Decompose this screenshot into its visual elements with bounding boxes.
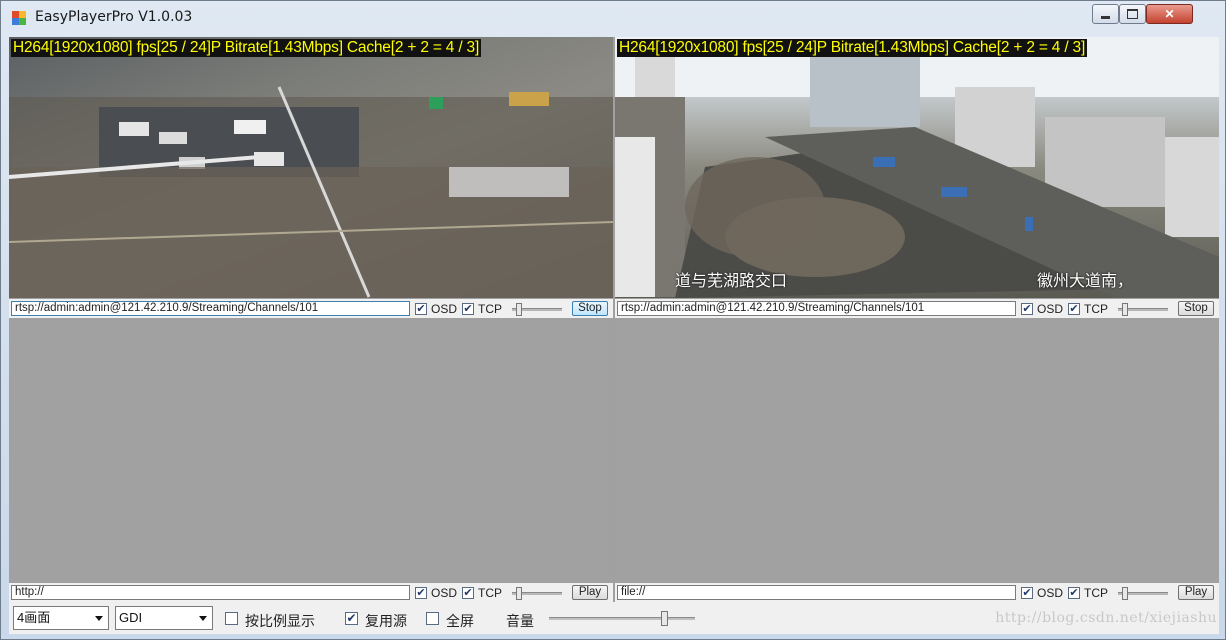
pane-volume-slider[interactable] [512,302,563,316]
stream-info-overlay: H264[1920x1080] fps[25 / 24]P Bitrate[1.… [11,39,482,57]
osd-checkbox[interactable]: ✔ [415,302,427,315]
video-view[interactable]: H264[1920x1080] fps[25 / 24]P Bitrate[1.… [615,37,1219,298]
chevron-down-icon [95,616,103,621]
tcp-label: TCP [1084,585,1109,600]
reuse-source-checkbox[interactable]: ✔ [345,612,358,625]
pane-volume-slider[interactable] [1118,586,1169,600]
player-pane-1[interactable]: H264[1920x1080] fps[25 / 24]P Bitrate[1.… [9,37,613,319]
url-input[interactable]: file:// [617,585,1016,600]
render-select[interactable]: GDI [115,606,213,630]
osd-label: OSD [431,585,458,600]
reuse-source-label: 复用源 [365,614,407,630]
tcp-label: TCP [478,585,503,600]
osd-checkbox[interactable]: ✔ [1021,586,1033,599]
tcp-checkbox[interactable]: ✔ [1068,302,1081,315]
player-pane-3[interactable]: http:// ✔ OSD ✔ TCP Play [9,321,613,603]
maximize-button[interactable] [1119,4,1146,24]
tcp-label: TCP [1084,301,1109,316]
play-button[interactable]: Play [1178,585,1214,600]
tcp-checkbox[interactable]: ✔ [462,586,475,599]
tcp-checkbox[interactable]: ✔ [462,302,475,315]
video-view[interactable] [9,321,613,583]
keep-ratio-label: 按比例显示 [245,614,315,630]
fullscreen-label: 全屏 [446,614,474,630]
pane-controls: rtsp://admin:admin@121.42.210.9/Streamin… [9,299,613,318]
title-bar: EasyPlayerPro V1.0.03 ✕ [1,1,1226,35]
bottom-toolbar: 4画面 GDI 按比例显示 ✔ 复用源 全屏 音量 http://blog.cs… [9,602,1219,634]
watermark-text: http://blog.csdn.net/xiejiashu [995,610,1217,626]
osd-label: OSD [431,301,458,316]
camera-caption-right: 徽州大道南， [1037,271,1134,290]
pane-controls: rtsp://admin:admin@121.42.210.9/Streamin… [615,299,1219,318]
url-input[interactable]: http:// [11,585,410,600]
pane-controls: http:// ✔ OSD ✔ TCP Play [9,583,613,602]
camera-caption-left: 道与芜湖路交口 [675,271,788,290]
close-button[interactable]: ✕ [1146,4,1193,24]
minimize-icon [1101,15,1110,19]
keep-ratio-checkbox[interactable] [225,612,238,625]
pane-volume-slider[interactable] [512,586,563,600]
minimize-button[interactable] [1092,4,1119,24]
player-pane-4[interactable]: file:// ✔ OSD ✔ TCP Play [615,321,1219,603]
play-button[interactable]: Play [572,585,608,600]
stop-button[interactable]: Stop [1178,301,1214,316]
window-title: EasyPlayerPro V1.0.03 [35,9,193,25]
volume-label: 音量 [506,614,534,630]
stream-info-overlay: H264[1920x1080] fps[25 / 24]P Bitrate[1.… [617,39,1088,57]
app-logo-icon [12,11,26,25]
pane-controls: file:// ✔ OSD ✔ TCP Play [615,583,1219,602]
slider-thumb[interactable] [661,611,668,626]
close-icon: ✕ [1164,7,1175,21]
pane-volume-slider[interactable] [1118,302,1169,316]
maximize-icon [1127,9,1138,19]
video-view[interactable]: H264[1920x1080] fps[25 / 24]P Bitrate[1.… [9,37,613,298]
video-frame-image [9,86,613,298]
video-frame-image [615,37,1219,298]
video-view[interactable] [615,321,1219,583]
render-select-value: GDI [119,610,143,625]
chevron-down-icon [199,616,207,621]
osd-checkbox[interactable]: ✔ [415,586,427,599]
player-grid: H264[1920x1080] fps[25 / 24]P Bitrate[1.… [9,37,1219,634]
stop-button[interactable]: Stop [572,301,608,316]
layout-select-value: 4画面 [17,610,51,625]
tcp-label: TCP [478,301,503,316]
player-pane-2[interactable]: H264[1920x1080] fps[25 / 24]P Bitrate[1.… [615,37,1219,319]
layout-select[interactable]: 4画面 [13,606,109,630]
app-window: EasyPlayerPro V1.0.03 ✕ H264[1920x1080] … [0,0,1226,640]
url-input[interactable]: rtsp://admin:admin@121.42.210.9/Streamin… [617,301,1016,316]
fullscreen-checkbox[interactable] [426,612,439,625]
osd-label: OSD [1037,585,1064,600]
url-input[interactable]: rtsp://admin:admin@121.42.210.9/Streamin… [11,301,410,316]
master-volume-slider[interactable] [549,611,695,626]
osd-checkbox[interactable]: ✔ [1021,302,1033,315]
tcp-checkbox[interactable]: ✔ [1068,586,1081,599]
osd-label: OSD [1037,301,1064,316]
